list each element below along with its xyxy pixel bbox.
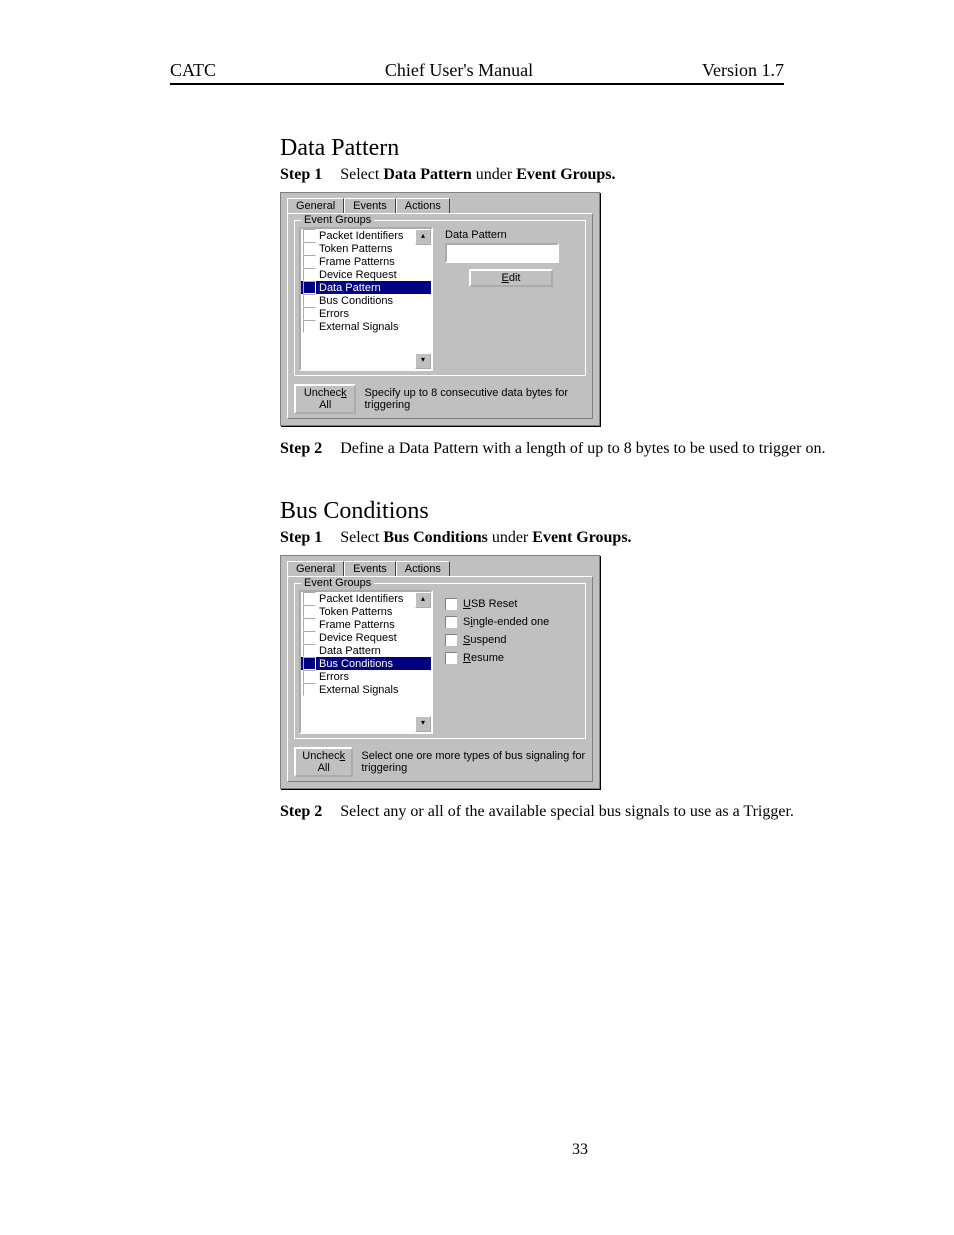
scroll-down-icon[interactable]: ▾ <box>415 716 431 732</box>
tab-events[interactable]: Events <box>344 198 396 214</box>
data-pattern-label: Data Pattern <box>445 229 577 241</box>
section-title-bus-conditions: Bus Conditions <box>280 498 880 525</box>
list-item: Packet Identifiers <box>301 592 431 605</box>
checkbox-icon[interactable] <box>303 294 316 307</box>
checkbox-icon[interactable] <box>303 242 316 255</box>
step2-bus-conditions: Step 2 Select any or all of the availabl… <box>280 803 880 821</box>
option-single-ended[interactable]: Single-ended one <box>445 616 577 628</box>
checkbox-icon[interactable] <box>445 652 457 664</box>
list-item: Errors <box>301 307 431 320</box>
step-bold2: Event Groups. <box>516 166 615 183</box>
step1-data-pattern: Step 1 Select Data Pattern under Event G… <box>280 166 880 184</box>
event-groups-list[interactable]: ▴ Packet Identifiers Token Patterns Fram… <box>299 590 433 734</box>
checkbox-icon[interactable] <box>303 255 316 268</box>
option-resume[interactable]: Resume <box>445 652 577 664</box>
page-number: 33 <box>280 1141 880 1159</box>
tab-actions[interactable]: Actions <box>396 561 450 577</box>
uncheck-all-button[interactable]: Uncheck All <box>294 747 353 777</box>
scroll-down-icon[interactable]: ▾ <box>415 353 431 369</box>
header-left: CATC <box>170 60 216 81</box>
page-header: CATC Chief User's Manual Version 1.7 <box>170 60 784 85</box>
checkbox-icon[interactable] <box>303 618 316 631</box>
step-mid: under <box>488 529 532 546</box>
step2-data-pattern: Step 2 Define a Data Pattern with a leng… <box>280 440 880 458</box>
checkbox-icon[interactable] <box>303 683 316 696</box>
edit-button[interactable]: Edit <box>469 269 553 287</box>
step-bold2: Event Groups. <box>532 529 631 546</box>
step-label: Step 1 <box>280 166 322 183</box>
tab-strip: General Events Actions <box>285 560 595 576</box>
checkbox-icon[interactable] <box>303 631 316 644</box>
hint-text: Specify up to 8 consecutive data bytes f… <box>364 387 586 411</box>
list-item: External Signals <box>301 320 431 333</box>
event-groups-legend: Event Groups <box>301 577 374 589</box>
list-item: Errors <box>301 670 431 683</box>
event-groups-legend: Event Groups <box>301 214 374 226</box>
checkbox-icon[interactable] <box>445 634 457 646</box>
tab-general[interactable]: General <box>287 198 344 214</box>
event-groups-list[interactable]: ▴ Packet Identifiers Token Patterns Fram… <box>299 227 433 371</box>
step-label: Step 1 <box>280 529 322 546</box>
option-usb-reset[interactable]: USB Reset <box>445 598 577 610</box>
list-item-selected: Bus Conditions <box>301 657 431 670</box>
step1-bus-conditions: Step 1 Select Bus Conditions under Event… <box>280 529 880 547</box>
header-right: Version 1.7 <box>702 60 784 81</box>
checkbox-icon[interactable] <box>303 605 316 618</box>
step-label: Step 2 <box>280 440 322 457</box>
list-item: Device Request <box>301 268 431 281</box>
option-suspend[interactable]: Suspend <box>445 634 577 646</box>
checkbox-icon[interactable] <box>303 592 316 605</box>
list-item: Token Patterns <box>301 605 431 618</box>
step-text: Select any or all of the available speci… <box>340 803 794 820</box>
list-item: Data Pattern <box>301 644 431 657</box>
list-item: Bus Conditions <box>301 294 431 307</box>
checkbox-icon[interactable] <box>303 229 316 242</box>
checkbox-icon[interactable] <box>445 616 457 628</box>
step-text: Define a Data Pattern with a length of u… <box>340 440 825 457</box>
scroll-up-icon[interactable]: ▴ <box>415 592 431 608</box>
list-item: Device Request <box>301 631 431 644</box>
scroll-up-icon[interactable]: ▴ <box>415 229 431 245</box>
list-item: Token Patterns <box>301 242 431 255</box>
list-item: Frame Patterns <box>301 618 431 631</box>
list-item: Packet Identifiers <box>301 229 431 242</box>
step-mid: under <box>472 166 516 183</box>
list-item: External Signals <box>301 683 431 696</box>
checkbox-icon[interactable] <box>303 320 316 333</box>
checkbox-icon[interactable] <box>303 268 316 281</box>
right-pane-bus-conditions: USB Reset Single-ended one Suspend Resum… <box>441 590 581 734</box>
hint-text: Select one ore more types of bus signali… <box>361 750 586 774</box>
step-text: Select <box>340 166 383 183</box>
data-pattern-input[interactable] <box>445 243 559 263</box>
uncheck-all-button[interactable]: Uncheck All <box>294 384 356 414</box>
checkbox-icon[interactable] <box>303 657 316 670</box>
tab-events[interactable]: Events <box>344 561 396 577</box>
checkbox-icon[interactable] <box>303 281 316 294</box>
step-bold1: Data Pattern <box>383 166 471 183</box>
step-bold1: Bus Conditions <box>383 529 488 546</box>
checkbox-icon[interactable] <box>303 670 316 683</box>
tab-strip: General Events Actions <box>285 197 595 213</box>
tab-general[interactable]: General <box>287 561 344 577</box>
section-title-data-pattern: Data Pattern <box>280 135 880 162</box>
header-center: Chief User's Manual <box>385 60 533 81</box>
step-label: Step 2 <box>280 803 322 820</box>
right-pane-data-pattern: Data Pattern Edit <box>441 227 581 371</box>
list-item: Frame Patterns <box>301 255 431 268</box>
checkbox-icon[interactable] <box>445 598 457 610</box>
checkbox-icon[interactable] <box>303 644 316 657</box>
dialog-bus-conditions: General Events Actions Event Groups ▴ Pa… <box>280 555 600 789</box>
list-item-selected: Data Pattern <box>301 281 431 294</box>
dialog-data-pattern: General Events Actions Event Groups ▴ Pa… <box>280 192 600 426</box>
checkbox-icon[interactable] <box>303 307 316 320</box>
tab-actions[interactable]: Actions <box>396 198 450 214</box>
step-text: Select <box>340 529 383 546</box>
